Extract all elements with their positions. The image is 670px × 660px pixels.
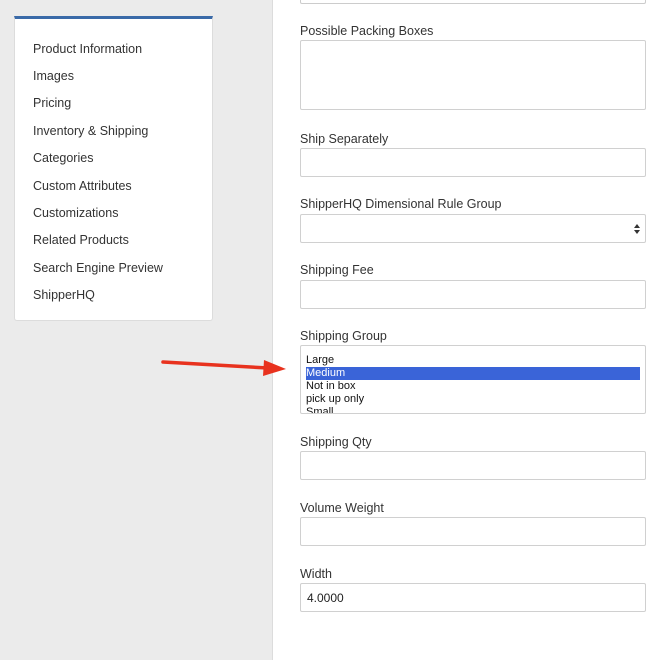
sidebar-item-custom-attributes[interactable]: Custom Attributes [33,178,132,194]
shipping-form-panel: Possible Packing Boxes Ship Separately S… [272,0,670,660]
shipping-group-label: Shipping Group [300,329,387,343]
shipping-group-option-small[interactable]: Small [306,406,640,413]
red-arrow-annotation-icon [161,360,286,376]
dimensional-rule-group-label: ShipperHQ Dimensional Rule Group [300,197,502,211]
product-sections-sidebar: Product Information Images Pricing Inven… [14,16,213,321]
sidebar-item-categories[interactable]: Categories [33,150,93,166]
sidebar-item-customizations[interactable]: Customizations [33,205,118,221]
shipping-group-option-medium[interactable]: Medium [306,367,640,380]
volume-weight-input[interactable] [300,517,646,546]
previous-field-input[interactable] [300,0,646,4]
shipping-fee-input[interactable] [300,280,646,309]
shipping-group-option-large[interactable]: Large [306,354,640,367]
sidebar-item-pricing[interactable]: Pricing [33,95,71,111]
shipping-group-option-pick-up-only[interactable]: pick up only [306,393,640,406]
shipping-qty-label: Shipping Qty [300,435,372,449]
chevron-up-down-icon [634,224,640,234]
width-label: Width [300,567,332,581]
shipping-group-multiselect[interactable]: Large Medium Not in box pick up only Sma… [300,345,646,414]
shipping-group-option-not-in-box[interactable]: Not in box [306,380,640,393]
ship-separately-input[interactable] [300,148,646,177]
width-input[interactable]: 4.0000 [300,583,646,612]
sidebar-item-inventory-shipping[interactable]: Inventory & Shipping [33,123,148,139]
ship-separately-label: Ship Separately [300,132,389,146]
shipping-fee-label: Shipping Fee [300,263,374,277]
sidebar-item-search-engine-preview[interactable]: Search Engine Preview [33,260,163,276]
dimensional-rule-group-select[interactable] [300,214,646,243]
sidebar-item-related-products[interactable]: Related Products [33,232,129,248]
possible-packing-boxes-textarea[interactable] [300,40,646,110]
shipping-qty-input[interactable] [300,451,646,480]
sidebar-item-images[interactable]: Images [33,68,74,84]
sidebar-item-shipperhq[interactable]: ShipperHQ [33,287,95,303]
sidebar-item-product-information[interactable]: Product Information [33,41,142,57]
possible-packing-boxes-label: Possible Packing Boxes [300,24,434,38]
volume-weight-label: Volume Weight [300,501,384,515]
